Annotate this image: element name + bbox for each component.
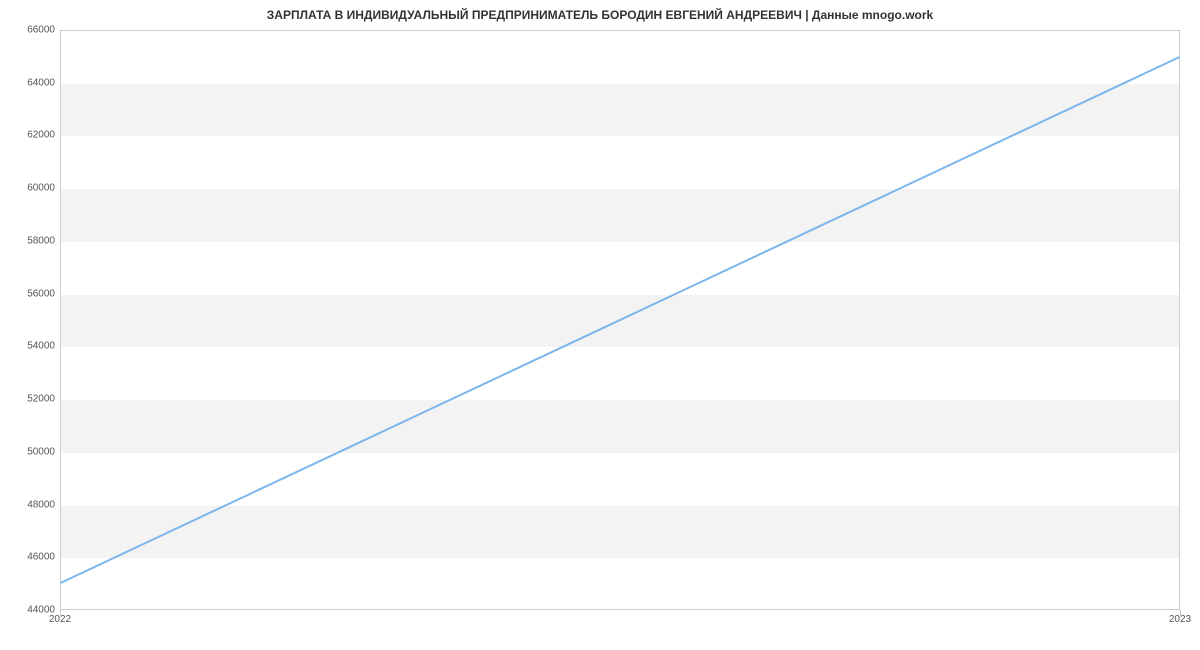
y-tick-label: 56000 xyxy=(0,288,55,299)
plot-area xyxy=(60,30,1180,610)
y-tick-label: 50000 xyxy=(0,446,55,457)
y-tick-label: 52000 xyxy=(0,394,55,405)
y-tick-label: 64000 xyxy=(0,77,55,88)
y-tick-label: 44000 xyxy=(0,605,55,616)
x-tick-mark xyxy=(60,610,61,616)
x-tick-mark xyxy=(1180,610,1181,616)
y-tick-label: 48000 xyxy=(0,499,55,510)
chart-title: ЗАРПЛАТА В ИНДИВИДУАЛЬНЫЙ ПРЕДПРИНИМАТЕЛ… xyxy=(0,8,1200,22)
series-line xyxy=(61,57,1179,582)
y-tick-label: 62000 xyxy=(0,130,55,141)
y-tick-label: 66000 xyxy=(0,25,55,36)
line-layer xyxy=(61,31,1179,609)
chart-container: ЗАРПЛАТА В ИНДИВИДУАЛЬНЫЙ ПРЕДПРИНИМАТЕЛ… xyxy=(0,0,1200,650)
y-tick-label: 60000 xyxy=(0,183,55,194)
y-tick-label: 54000 xyxy=(0,341,55,352)
y-tick-label: 58000 xyxy=(0,235,55,246)
y-tick-label: 46000 xyxy=(0,552,55,563)
